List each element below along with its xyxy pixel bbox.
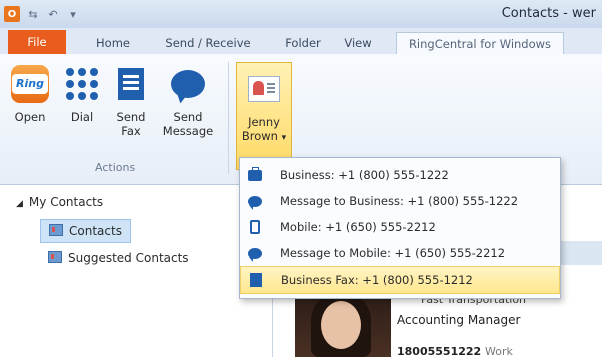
contact-button-label-line2: Brown ▾: [237, 129, 291, 145]
collapse-triangle-icon[interactable]: ◢: [16, 199, 23, 209]
outlook-app-icon[interactable]: O: [4, 6, 20, 22]
quick-access-toolbar: O ⇆ ↶ ▾: [4, 4, 80, 24]
nav-item-label: Suggested Contacts: [68, 251, 189, 265]
contact-button-name: Brown: [241, 129, 278, 143]
ribbon-tab-bar: File Home Send / Receive Folder View Rin…: [0, 28, 602, 56]
contacts-folder-icon: [48, 251, 62, 263]
ribbon-group-divider: [228, 62, 229, 174]
menu-item-message-mobile[interactable]: Message to Mobile: +1 (650) 555-2212: [240, 240, 560, 266]
contact-jenny-brown-button[interactable]: Jenny Brown ▾: [236, 62, 292, 170]
card-phone-type: Work: [485, 345, 513, 358]
my-contacts-label: My Contacts: [28, 195, 104, 209]
navigation-pane: ◢ My Contacts Contacts Suggested Contacts: [0, 185, 272, 357]
contacts-folder-icon: [49, 224, 63, 236]
tab-send-receive[interactable]: Send / Receive: [158, 32, 258, 54]
tab-ringcentral[interactable]: RingCentral for Windows: [396, 32, 564, 56]
tab-home[interactable]: Home: [88, 32, 138, 54]
menu-item-label: Business Fax: +1 (800) 555-1212: [281, 273, 473, 287]
tab-folder[interactable]: Folder: [278, 32, 328, 54]
title-bar: O ⇆ ↶ ▾ Contacts - wer: [0, 0, 602, 28]
card-phone: 18005551222 Work: [397, 345, 513, 358]
menu-item-business-fax[interactable]: Business Fax: +1 (800) 555-1212: [240, 266, 560, 294]
dialpad-icon: [62, 64, 102, 104]
send-fax-label-line1: Send: [116, 110, 146, 124]
dial-button[interactable]: Dial: [60, 64, 104, 124]
tab-view[interactable]: View: [338, 32, 378, 54]
menu-item-label: Business: +1 (800) 555-1222: [280, 168, 449, 182]
chat-bubble-icon: [168, 64, 208, 104]
card-job-title: Accounting Manager: [397, 313, 521, 327]
contact-button-label-line1: Jenny: [248, 115, 280, 129]
send-fax-label-line2: Fax: [121, 124, 141, 138]
undo-icon[interactable]: ↶: [46, 7, 60, 21]
chat-bubble-icon: [248, 246, 262, 262]
send-message-button[interactable]: Send Message: [160, 64, 216, 138]
my-contacts-header[interactable]: ◢ My Contacts: [16, 195, 103, 209]
dial-button-label: Dial: [70, 110, 94, 124]
fax-icon: [249, 273, 263, 287]
contact-dropdown-menu: Business: +1 (800) 555-1222 Message to B…: [239, 157, 561, 299]
menu-item-call-mobile[interactable]: Mobile: +1 (650) 555-2212: [240, 214, 560, 240]
open-button-label: Open: [14, 110, 46, 124]
menu-item-label: Message to Business: +1 (800) 555-1222: [280, 194, 519, 208]
nav-item-label: Contacts: [69, 224, 122, 238]
open-button[interactable]: Ring Open: [6, 64, 54, 124]
contact-card-icon: [244, 69, 284, 109]
menu-item-label: Mobile: +1 (650) 555-2212: [280, 220, 436, 234]
nav-item-suggested-contacts[interactable]: Suggested Contacts: [40, 247, 197, 269]
actions-group-label: Actions: [95, 161, 136, 174]
fax-icon: [111, 64, 151, 104]
send-fax-button[interactable]: Send Fax: [110, 64, 152, 138]
chat-bubble-icon: [248, 194, 262, 210]
menu-item-label: Message to Mobile: +1 (650) 555-2212: [280, 246, 506, 260]
send-receive-icon[interactable]: ⇆: [26, 7, 40, 21]
nav-item-contacts[interactable]: Contacts: [40, 219, 131, 243]
mobile-phone-icon: [248, 220, 262, 234]
send-message-label-line2: Message: [162, 124, 214, 138]
send-message-label-line1: Send: [173, 110, 203, 124]
card-phone-number: 18005551222: [397, 345, 482, 358]
tab-file[interactable]: File: [8, 30, 66, 54]
window-title: Contacts - wer: [501, 6, 596, 21]
menu-item-message-business[interactable]: Message to Business: +1 (800) 555-1222: [240, 188, 560, 214]
ringcentral-logo-icon: Ring: [10, 64, 50, 104]
ringcentral-logo-text: Ring: [12, 74, 48, 94]
menu-item-call-business[interactable]: Business: +1 (800) 555-1222: [240, 162, 560, 188]
briefcase-icon: [248, 166, 262, 182]
dropdown-arrow-icon: ▾: [281, 133, 287, 143]
customize-toolbar-icon[interactable]: ▾: [66, 7, 80, 21]
